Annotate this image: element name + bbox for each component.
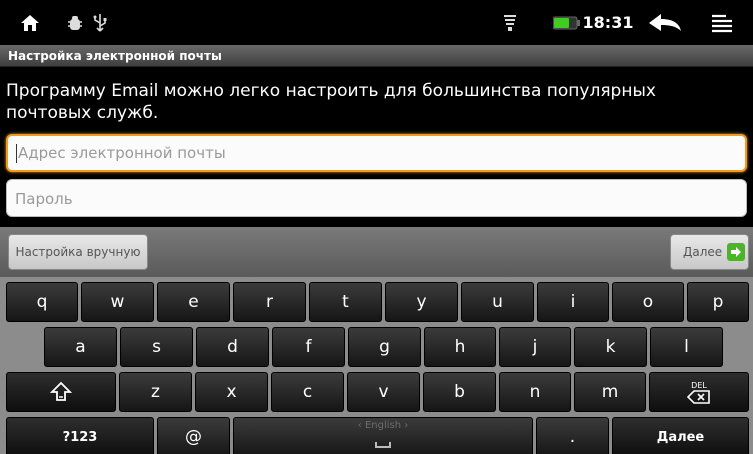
key-j[interactable]: j (499, 327, 571, 367)
back-icon[interactable] (640, 0, 690, 45)
key-f[interactable]: f (272, 327, 345, 367)
next-button[interactable]: Далее (670, 234, 749, 270)
password-field[interactable]: Пароль (6, 179, 747, 217)
usb-icon (90, 0, 110, 45)
key-c[interactable]: c (271, 372, 344, 412)
action-bar: Настройка вручную Далее (0, 227, 753, 277)
key-p[interactable]: p (687, 282, 749, 322)
key-z[interactable]: z (119, 372, 192, 412)
shift-key[interactable] (6, 372, 116, 412)
key-n[interactable]: n (499, 372, 571, 412)
shift-icon (50, 381, 72, 401)
key-w[interactable]: w (81, 282, 154, 322)
status-time: 18:31 (582, 13, 634, 32)
symbols-key[interactable]: ?123 (6, 417, 154, 454)
key-i[interactable]: i (537, 282, 609, 322)
home-icon[interactable] (10, 0, 50, 45)
keyboard-language: ‹ English › (357, 420, 409, 431)
key-r[interactable]: r (233, 282, 306, 322)
delete-label: DEL (691, 380, 707, 390)
next-button-label: Далее (683, 245, 723, 259)
key-u[interactable]: u (461, 282, 534, 322)
key-h[interactable]: h (424, 327, 496, 367)
key-y[interactable]: y (385, 282, 458, 322)
key-x[interactable]: x (195, 372, 268, 412)
enter-key[interactable]: Далее (612, 417, 749, 454)
delete-key[interactable]: DEL (649, 372, 749, 412)
manual-setup-button[interactable]: Настройка вручную (8, 234, 148, 270)
arrow-right-icon (727, 243, 745, 261)
key-k[interactable]: k (574, 327, 647, 367)
key-l[interactable]: l (650, 327, 723, 367)
key-s[interactable]: s (120, 327, 193, 367)
space-icon (375, 442, 391, 448)
text-cursor (16, 144, 17, 163)
key-g[interactable]: g (348, 327, 421, 367)
key-at[interactable]: @ (157, 417, 230, 454)
key-v[interactable]: v (347, 372, 420, 412)
soft-keyboard: q w e r t y u i o p a s d f g h j k l z … (0, 277, 753, 454)
key-m[interactable]: m (574, 372, 646, 412)
password-placeholder: Пароль (15, 190, 73, 208)
menu-icon[interactable] (705, 0, 739, 45)
space-key[interactable]: ‹ English › (233, 417, 533, 454)
page-title: Настройка электронной почты (0, 45, 753, 67)
key-a[interactable]: a (44, 327, 117, 367)
bug-icon (62, 0, 88, 45)
key-o[interactable]: o (612, 282, 684, 322)
key-e[interactable]: e (157, 282, 230, 322)
email-placeholder: Адрес электронной почты (18, 144, 226, 162)
status-bar: 18:31 (0, 0, 753, 45)
key-d[interactable]: d (196, 327, 269, 367)
backspace-icon (687, 389, 710, 404)
key-period[interactable]: . (536, 417, 609, 454)
key-t[interactable]: t (309, 282, 382, 322)
key-q[interactable]: q (6, 282, 78, 322)
key-b[interactable]: b (423, 372, 496, 412)
battery-icon (547, 0, 587, 45)
email-field[interactable]: Адрес электронной почты (6, 134, 747, 172)
wifi-icon (497, 0, 523, 45)
intro-text: Программу Email можно легко настроить дл… (6, 81, 656, 123)
